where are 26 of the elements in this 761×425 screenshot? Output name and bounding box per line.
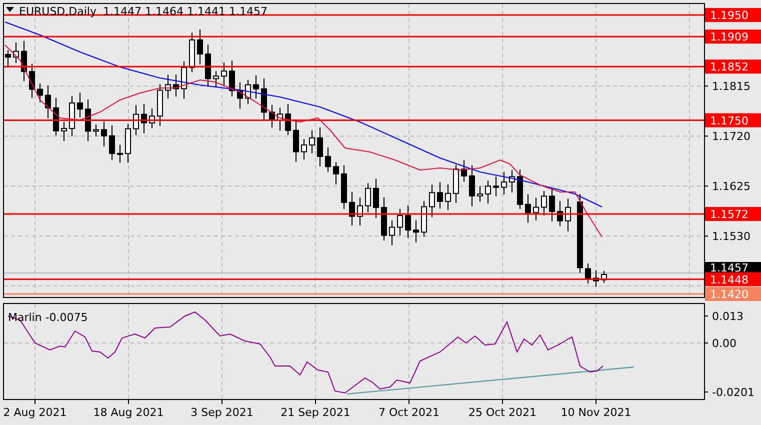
date-axis-label: 3 Sep 2021	[190, 406, 254, 419]
price-axis-label: 1.1625	[712, 180, 750, 194]
price-tag: 1.1448	[705, 272, 761, 286]
indicator-axis-label: 0.013	[712, 310, 744, 323]
current-price-tag: 1.1457	[705, 262, 761, 274]
date-axis-label: 18 Aug 2021	[93, 406, 164, 419]
price-tag: 1.1572	[705, 206, 761, 221]
price-tag: 1.1950	[705, 8, 761, 22]
date-axis-label: 21 Sep 2021	[280, 406, 350, 419]
indicator-axis-label: -0.0201	[712, 386, 754, 399]
price-tag: 1.1750	[705, 113, 761, 128]
price-tag: 1.1420	[705, 287, 761, 301]
date-axis-label: 2 Aug 2021	[3, 406, 67, 419]
indicator-axis-label: 0.00	[712, 337, 736, 350]
dropdown-arrow-icon[interactable]	[6, 7, 14, 12]
date-axis-label: 10 Nov 2021	[560, 406, 632, 419]
date-axis-label: 25 Oct 2021	[468, 406, 536, 419]
price-tag: 1.1909	[705, 30, 761, 44]
ohlc-values: 1.1447 1.1464 1.1441 1.1457	[103, 5, 268, 18]
price-tag: 1.1852	[705, 60, 761, 74]
price-axis-label: 1.1815	[712, 80, 750, 94]
price-axis-label: 1.1530	[712, 230, 750, 244]
indicator-title: Marlin -0.0075	[8, 311, 88, 324]
price-axis-label: 1.1720	[712, 130, 750, 144]
date-axis-label: 7 Oct 2021	[378, 406, 440, 419]
symbol-label: EURUSD,Daily	[19, 5, 96, 18]
